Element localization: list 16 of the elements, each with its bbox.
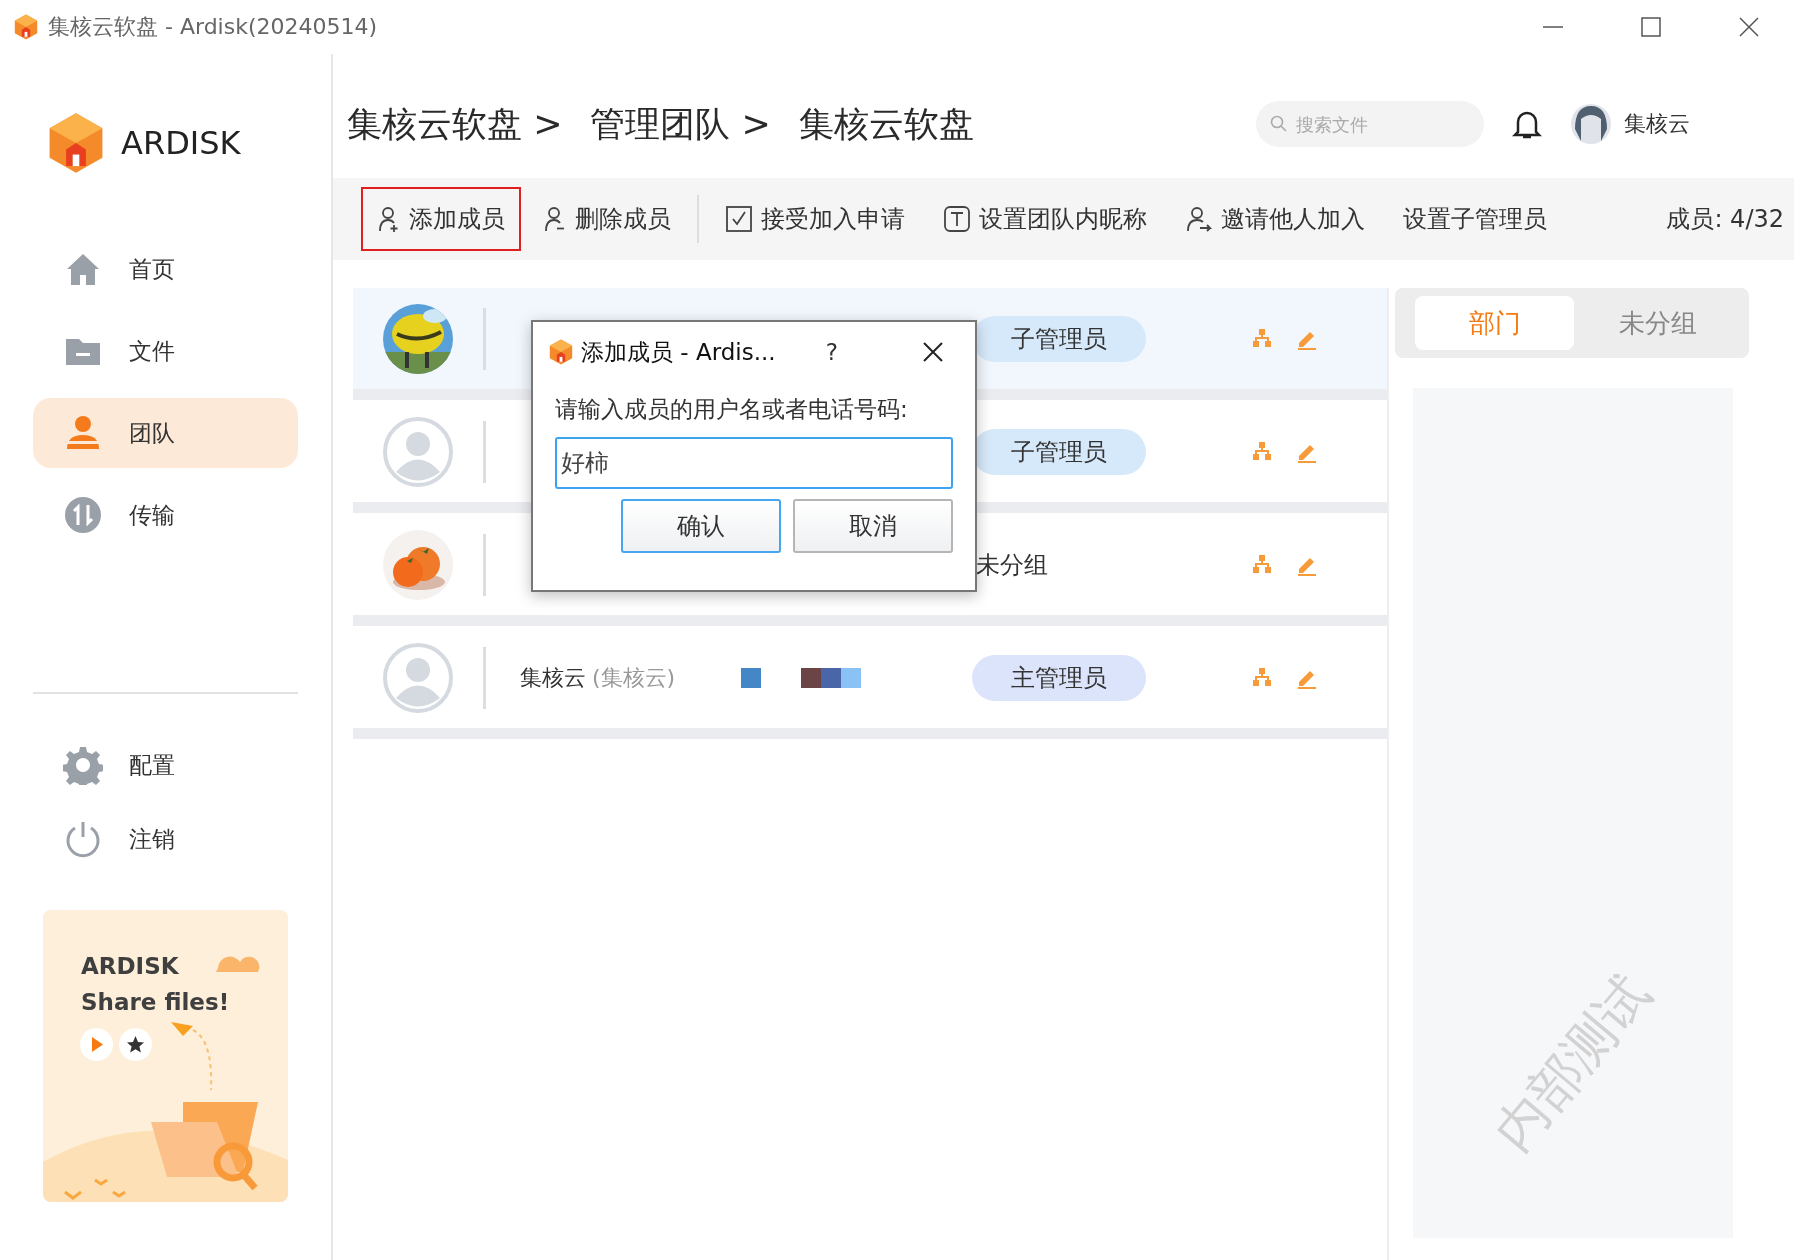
nav-label: 团队 [129, 418, 175, 448]
promo-text: ARDISK Share files! [81, 952, 230, 1017]
logo-text: ARDISK [121, 124, 241, 162]
member-nickname: (集核云) [592, 663, 676, 692]
user-name: 集核云 [1624, 110, 1690, 138]
member-count: 成员: 4/32 [1666, 204, 1784, 235]
nav-label: 文件 [129, 336, 175, 366]
nav-label: 首页 [129, 254, 175, 284]
role-text: 未分组 [975, 549, 1049, 581]
nav-label: 传输 [129, 500, 175, 530]
nav-label: 注销 [129, 824, 175, 854]
window-title: 集核云软盘 - Ardisk(20240514) [48, 13, 379, 41]
role-badge: 主管理员 [972, 654, 1146, 701]
dialog-title: 添加成员 - Ardis... [581, 337, 776, 367]
member-name: 集核云 [520, 663, 586, 692]
nav-label: 配置 [129, 750, 175, 780]
